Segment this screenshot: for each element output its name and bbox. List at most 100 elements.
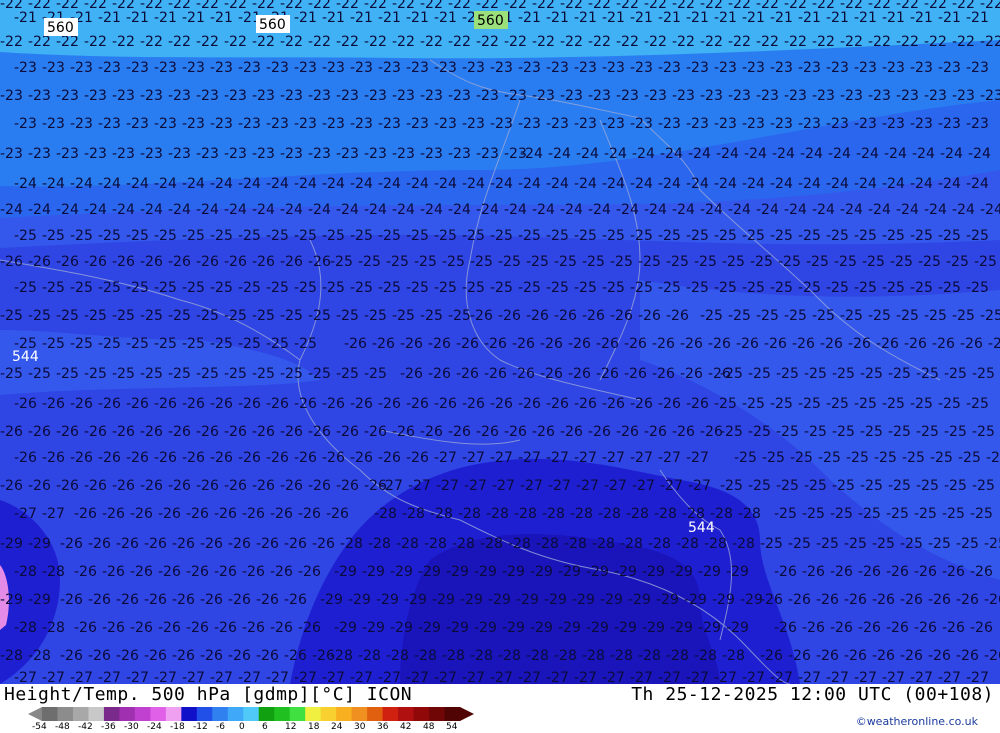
isotherm-label: -29 bbox=[670, 564, 693, 580]
isotherm-label: -26 bbox=[130, 620, 153, 636]
isotherm-label: -29 bbox=[474, 620, 497, 636]
isotherm-label: -27 bbox=[574, 450, 597, 466]
isotherm-label: -27 bbox=[630, 670, 653, 684]
isotherm-label: -25 bbox=[722, 254, 745, 270]
isotherm-label: -28 bbox=[396, 536, 419, 552]
scale-cell bbox=[57, 707, 74, 721]
isotherm-label: -24 bbox=[308, 202, 331, 218]
isotherm-label: -29 bbox=[558, 620, 581, 636]
isotherm-label: -25 bbox=[914, 506, 937, 522]
isotherm-label: -27 bbox=[154, 670, 177, 684]
isotherm-label: -27 bbox=[658, 670, 681, 684]
isotherm-label: -28 bbox=[368, 536, 391, 552]
isotherm-label: -23 bbox=[28, 88, 51, 104]
isotherm-label: -24 bbox=[658, 176, 681, 192]
isotherm-label: -25 bbox=[470, 254, 493, 270]
isotherm-label: -29 bbox=[642, 620, 665, 636]
isotherm-label: -26 bbox=[186, 620, 209, 636]
isotherm-label: -22 bbox=[728, 34, 751, 50]
isotherm-label: -25 bbox=[714, 228, 737, 244]
isotherm-label: -28 bbox=[526, 648, 549, 664]
isotherm-label: -25 bbox=[154, 228, 177, 244]
isotherm-label: -25 bbox=[42, 336, 65, 352]
isotherm-label: -25 bbox=[602, 280, 625, 296]
isotherm-label: -26 bbox=[512, 366, 535, 382]
isotherm-label: -25 bbox=[860, 366, 883, 382]
isotherm-label: -26 bbox=[266, 450, 289, 466]
isotherm-label: -29 bbox=[726, 620, 749, 636]
isotherm-label: -26 bbox=[820, 336, 843, 352]
isotherm-label: -22 bbox=[0, 34, 23, 50]
isotherm-label: -21 bbox=[546, 10, 569, 26]
isotherm-label: -24 bbox=[938, 176, 961, 192]
isotherm-label: -23 bbox=[168, 146, 191, 162]
isotherm-label: -25 bbox=[0, 308, 23, 324]
scale-cell bbox=[289, 707, 306, 721]
isotherm-label: -28 bbox=[14, 564, 37, 580]
isotherm-label: -24 bbox=[798, 176, 821, 192]
isotherm-label: -25 bbox=[872, 536, 895, 552]
isotherm-label: -26 bbox=[652, 366, 675, 382]
isotherm-label: -26 bbox=[802, 564, 825, 580]
isotherm-label: -24 bbox=[336, 202, 359, 218]
isotherm-label: -23 bbox=[56, 88, 79, 104]
isotherm-label: -26 bbox=[224, 424, 247, 440]
isotherm-label: -26 bbox=[74, 620, 97, 636]
isotherm-label: -25 bbox=[882, 396, 905, 412]
scale-cell bbox=[305, 707, 322, 721]
isotherm-label: -24 bbox=[140, 202, 163, 218]
isotherm-label: -25 bbox=[860, 424, 883, 440]
isotherm-label: -26 bbox=[144, 592, 167, 608]
site-credit[interactable]: ©weatheronline.co.uk bbox=[856, 715, 978, 728]
isotherm-label: -26 bbox=[172, 592, 195, 608]
isotherm-label: -25 bbox=[818, 450, 841, 466]
isotherm-label: -25 bbox=[868, 308, 891, 324]
isotherm-label: -25 bbox=[854, 396, 877, 412]
isotherm-label: -25 bbox=[776, 424, 799, 440]
isotherm-label: -25 bbox=[574, 280, 597, 296]
isotherm-label: -27 bbox=[826, 670, 849, 684]
isotherm-label: -24 bbox=[828, 146, 851, 162]
isotherm-label: -25 bbox=[826, 228, 849, 244]
isotherm-label: -26 bbox=[476, 424, 499, 440]
isotherm-label: -27 bbox=[660, 478, 683, 494]
isotherm-label: -28 bbox=[508, 536, 531, 552]
isotherm-label: -23 bbox=[630, 60, 653, 76]
isotherm-label: -29 bbox=[28, 592, 51, 608]
isotherm-label: -24 bbox=[448, 202, 471, 218]
isotherm-label: -27 bbox=[490, 450, 513, 466]
isotherm-label: -28 bbox=[430, 506, 453, 522]
isotherm-label: -21 bbox=[294, 10, 317, 26]
isotherm-label: -26 bbox=[238, 396, 261, 412]
isotherm-label: -26 bbox=[378, 396, 401, 412]
isotherm-label: -29 bbox=[28, 536, 51, 552]
isotherm-label: -22 bbox=[280, 34, 303, 50]
isotherm-label: -26 bbox=[172, 536, 195, 552]
isotherm-label: -25 bbox=[846, 450, 869, 466]
isotherm-label: -26 bbox=[336, 424, 359, 440]
isotherm-label: -26 bbox=[616, 424, 639, 440]
scale-cell bbox=[196, 707, 213, 721]
isotherm-label: -26 bbox=[84, 254, 107, 270]
isotherm-label: -26 bbox=[686, 396, 709, 412]
isotherm-label: -29 bbox=[530, 620, 553, 636]
isotherm-label: -25 bbox=[154, 336, 177, 352]
scale-label: 30 bbox=[354, 722, 366, 732]
isotherm-label: -25 bbox=[196, 366, 219, 382]
isotherm-label: -25 bbox=[804, 424, 827, 440]
isotherm-label: -22 bbox=[924, 34, 947, 50]
isotherm-label: -26 bbox=[112, 424, 135, 440]
isotherm-label: -25 bbox=[832, 424, 855, 440]
isotherm-label: -25 bbox=[756, 308, 779, 324]
isotherm-label: -24 bbox=[812, 202, 835, 218]
isotherm-label: -25 bbox=[720, 366, 743, 382]
isotherm-label: -23 bbox=[238, 116, 261, 132]
isotherm-label: -25 bbox=[918, 254, 941, 270]
isotherm-label: -23 bbox=[882, 60, 905, 76]
isotherm-label: -25 bbox=[84, 366, 107, 382]
isotherm-label: -26 bbox=[98, 450, 121, 466]
isotherm-label: -26 bbox=[116, 592, 139, 608]
isotherm-label: -23 bbox=[518, 116, 541, 132]
color-scale bbox=[28, 707, 474, 721]
isotherm-label: -23 bbox=[294, 116, 317, 132]
